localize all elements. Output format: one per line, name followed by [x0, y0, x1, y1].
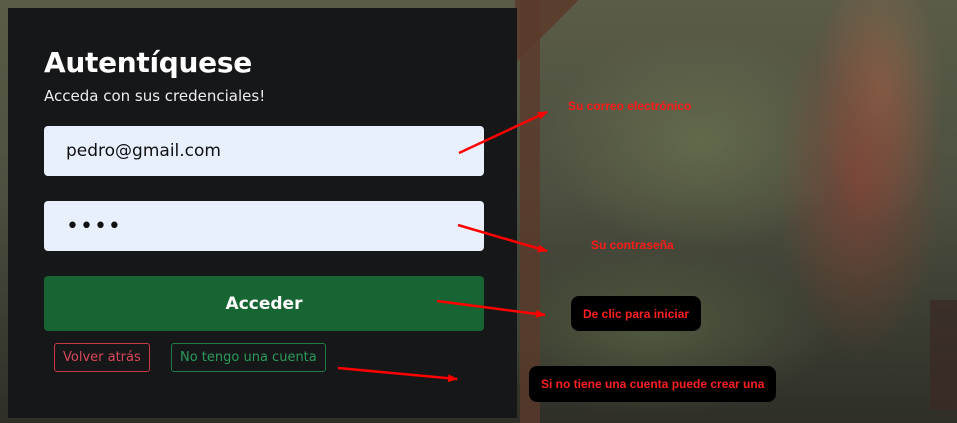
arrow-signup: [337, 366, 458, 383]
arrow-email: [458, 110, 548, 155]
arrow-submit: [436, 299, 546, 318]
email-annotation: Su correo electrónico: [568, 99, 692, 113]
password-annotation: Su contraseña: [591, 238, 674, 252]
signup-annotation: Si no tiene una cuenta puede crear una: [529, 366, 777, 402]
annotation-arrows: [337, 110, 548, 383]
submit-annotation: De clic para iniciar: [571, 296, 702, 331]
arrow-password: [457, 223, 548, 253]
